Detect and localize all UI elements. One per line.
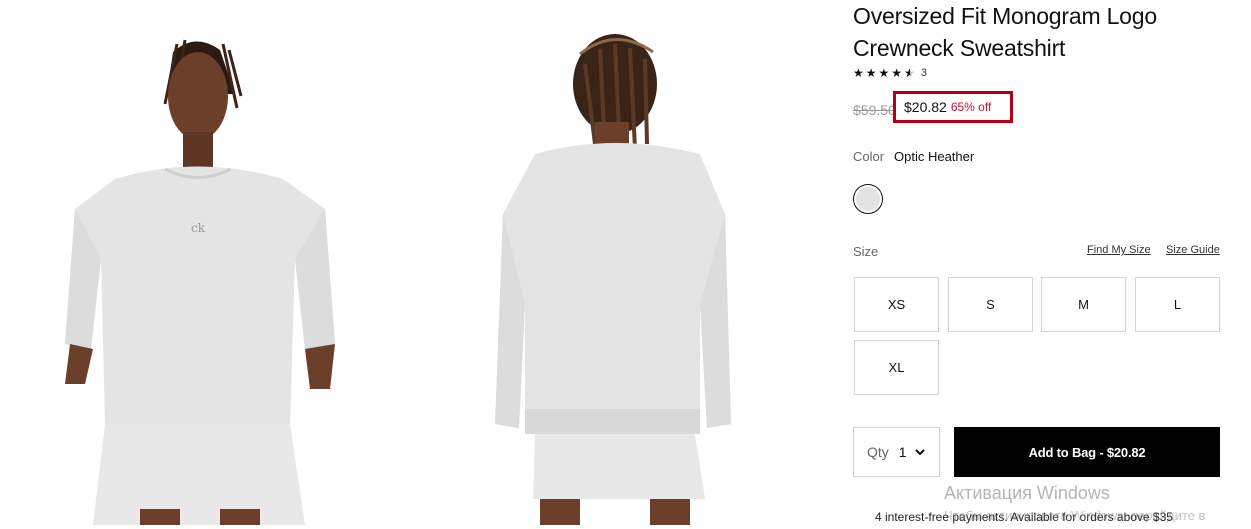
product-title: Oversized Fit Monogram Logo Crewneck Swe… <box>853 3 1157 61</box>
sale-price-highlight: $20.82 65% off <box>893 91 1013 123</box>
quantity-label: Qty <box>867 444 889 460</box>
star-icon: ★ <box>891 66 903 80</box>
windows-activation-subtext: Чтобы активировать Windows, перейдите в <box>944 508 1206 523</box>
model-front-illustration: ck <box>5 4 400 525</box>
original-price: $59.50 <box>853 102 893 118</box>
size-option-xl[interactable]: XL <box>854 340 939 395</box>
swatch-fill <box>856 187 880 211</box>
color-value: Optic Heather <box>894 149 975 164</box>
rating-count: 3 <box>920 67 927 79</box>
windows-activation-watermark: Активация Windows <box>944 483 1110 503</box>
star-icon: ★ <box>865 66 877 80</box>
size-option-s[interactable]: S <box>948 277 1033 332</box>
discount-badge: 65% off <box>950 100 992 114</box>
product-image-front[interactable]: ck <box>5 4 400 525</box>
rating[interactable]: ★ ★ ★ ★ ★ ★ 3 <box>853 66 927 80</box>
quantity-value: 1 <box>898 444 907 460</box>
size-option-m[interactable]: M <box>1041 277 1126 332</box>
size-guide-link[interactable]: Size Guide <box>1166 244 1220 256</box>
price-row: $59.50 $20.82 65% off <box>853 91 1013 123</box>
quantity-select[interactable]: Qty 1 <box>853 427 940 477</box>
color-swatch-optic-heather[interactable] <box>853 184 883 214</box>
star-icon: ★ <box>878 66 890 80</box>
half-star-icon: ★ ★ <box>904 66 915 80</box>
size-label: Size <box>853 244 879 259</box>
svg-text:ck: ck <box>191 221 206 235</box>
chevron-down-icon <box>914 449 925 456</box>
size-option-xs[interactable]: XS <box>854 277 939 332</box>
size-option-l[interactable]: L <box>1135 277 1220 332</box>
find-my-size-link[interactable]: Find My Size <box>1087 244 1151 256</box>
color-label: Color <box>853 149 885 164</box>
star-icon: ★ <box>853 66 864 80</box>
model-back-illustration <box>415 4 810 525</box>
sale-price: $20.82 <box>904 99 947 115</box>
product-image-back[interactable] <box>415 4 810 525</box>
product-info-panel: Oversized Fit Monogram Logo Crewneck Swe… <box>853 0 1251 529</box>
add-to-bag-button[interactable]: Add to Bag - $20.82 <box>954 427 1220 477</box>
